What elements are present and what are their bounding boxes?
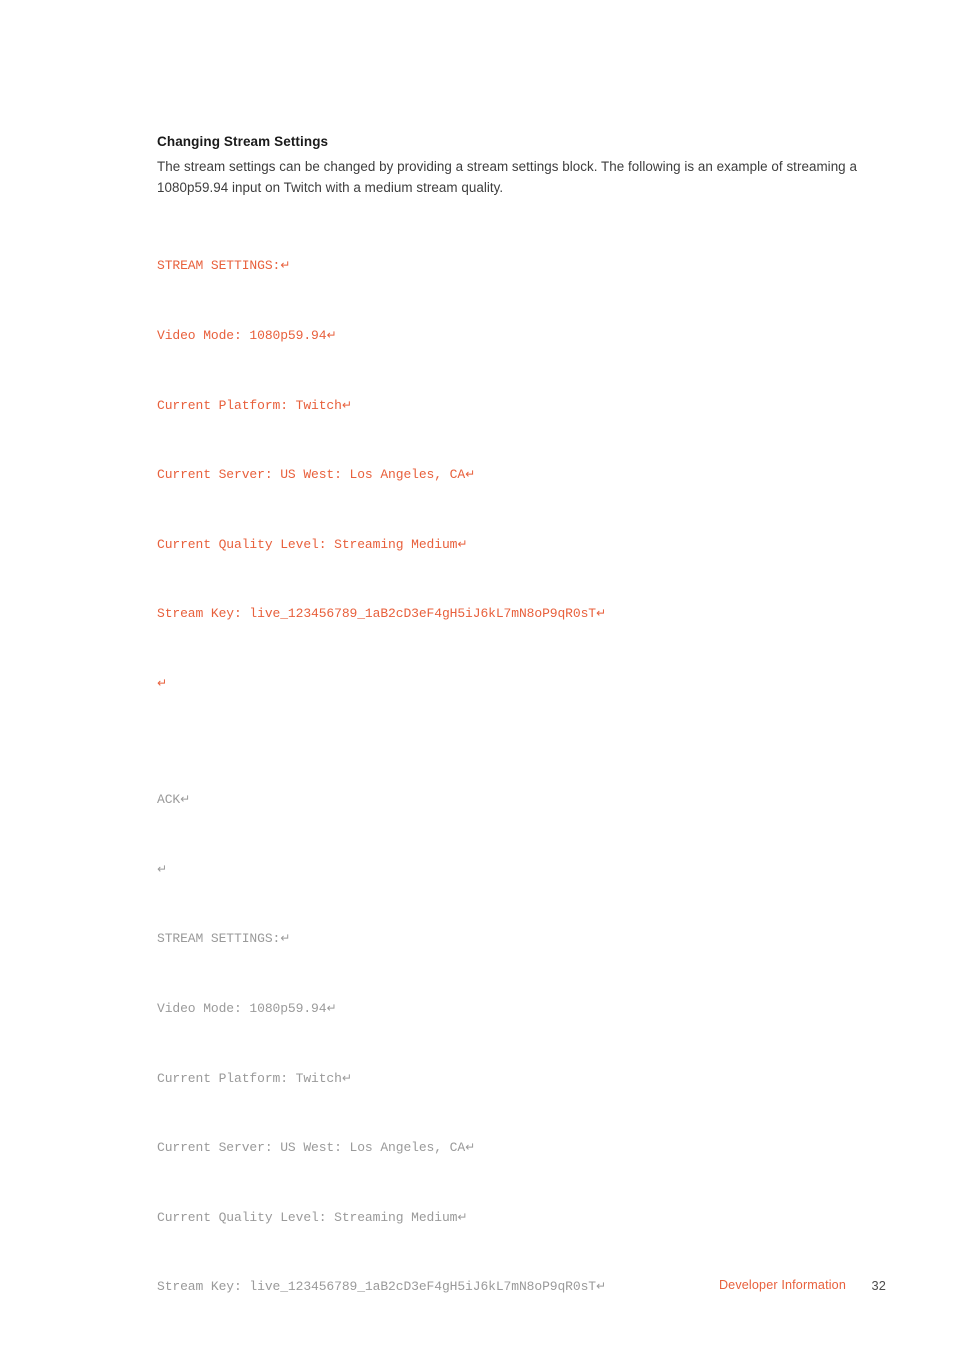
carriage-return-icon: ↵ xyxy=(465,1140,476,1155)
code-line: ↵ xyxy=(157,672,887,695)
carriage-return-icon: ↵ xyxy=(326,1000,337,1015)
code-line: Current Quality Level: Streaming Medium↵ xyxy=(157,1209,468,1225)
code-line: Video Mode: 1080p59.94↵ xyxy=(157,1000,337,1016)
footer-page-number: 32 xyxy=(871,1278,886,1293)
code-line: Video Mode: 1080p59.94↵ xyxy=(157,328,337,344)
carriage-return-icon: ↵ xyxy=(341,397,352,412)
carriage-return-icon: ↵ xyxy=(157,676,167,691)
code-line: STREAM SETTINGS:↵ xyxy=(157,931,291,947)
code-line: Current Server: US West: Los Angeles, CA… xyxy=(157,1140,476,1156)
code-line: ↵ xyxy=(157,1345,887,1350)
code-line: Current Server: US West: Los Angeles, CA… xyxy=(157,467,476,483)
carriage-return-icon: ↵ xyxy=(341,1070,352,1085)
code-line: ACK↵ xyxy=(157,792,191,808)
carriage-return-icon: ↵ xyxy=(465,467,476,482)
code-line: Current Quality Level: Streaming Medium↵ xyxy=(157,536,468,552)
code-line: Stream Key: live_123456789_1aB2cD3eF4gH5… xyxy=(157,606,606,622)
footer-section-label: Developer Information xyxy=(718,1278,846,1292)
code-block-stream-settings-response: ACK↵ ↵ STREAM SETTINGS:↵ Video Mode: 108… xyxy=(157,742,887,1350)
paragraph-changing-stream-settings: The stream settings can be changed by pr… xyxy=(157,159,857,195)
carriage-return-icon: ↵ xyxy=(326,328,337,343)
carriage-return-icon: ↵ xyxy=(280,931,291,946)
carriage-return-icon: ↵ xyxy=(157,861,167,876)
code-line: Current Platform: Twitch↵ xyxy=(157,397,352,413)
code-block-stream-settings-request: STREAM SETTINGS:↵ Video Mode: 1080p59.94… xyxy=(157,208,887,742)
carriage-return-icon: ↵ xyxy=(280,258,291,273)
code-line: ↵ xyxy=(157,858,887,881)
document-page: Changing Stream Settings The stream sett… xyxy=(0,0,954,1350)
carriage-return-icon: ↵ xyxy=(180,792,191,807)
carriage-return-icon: ↵ xyxy=(457,536,468,551)
code-line: Current Platform: Twitch↵ xyxy=(157,1070,352,1086)
page-content: Changing Stream Settings The stream sett… xyxy=(157,133,887,1350)
carriage-return-icon: ↵ xyxy=(457,1209,468,1224)
carriage-return-icon: ↵ xyxy=(595,606,606,621)
page-footer: Developer Information 32 xyxy=(0,1278,954,1300)
heading-changing-stream-settings: Changing Stream Settings xyxy=(157,134,329,149)
code-line: STREAM SETTINGS:↵ xyxy=(157,258,291,274)
